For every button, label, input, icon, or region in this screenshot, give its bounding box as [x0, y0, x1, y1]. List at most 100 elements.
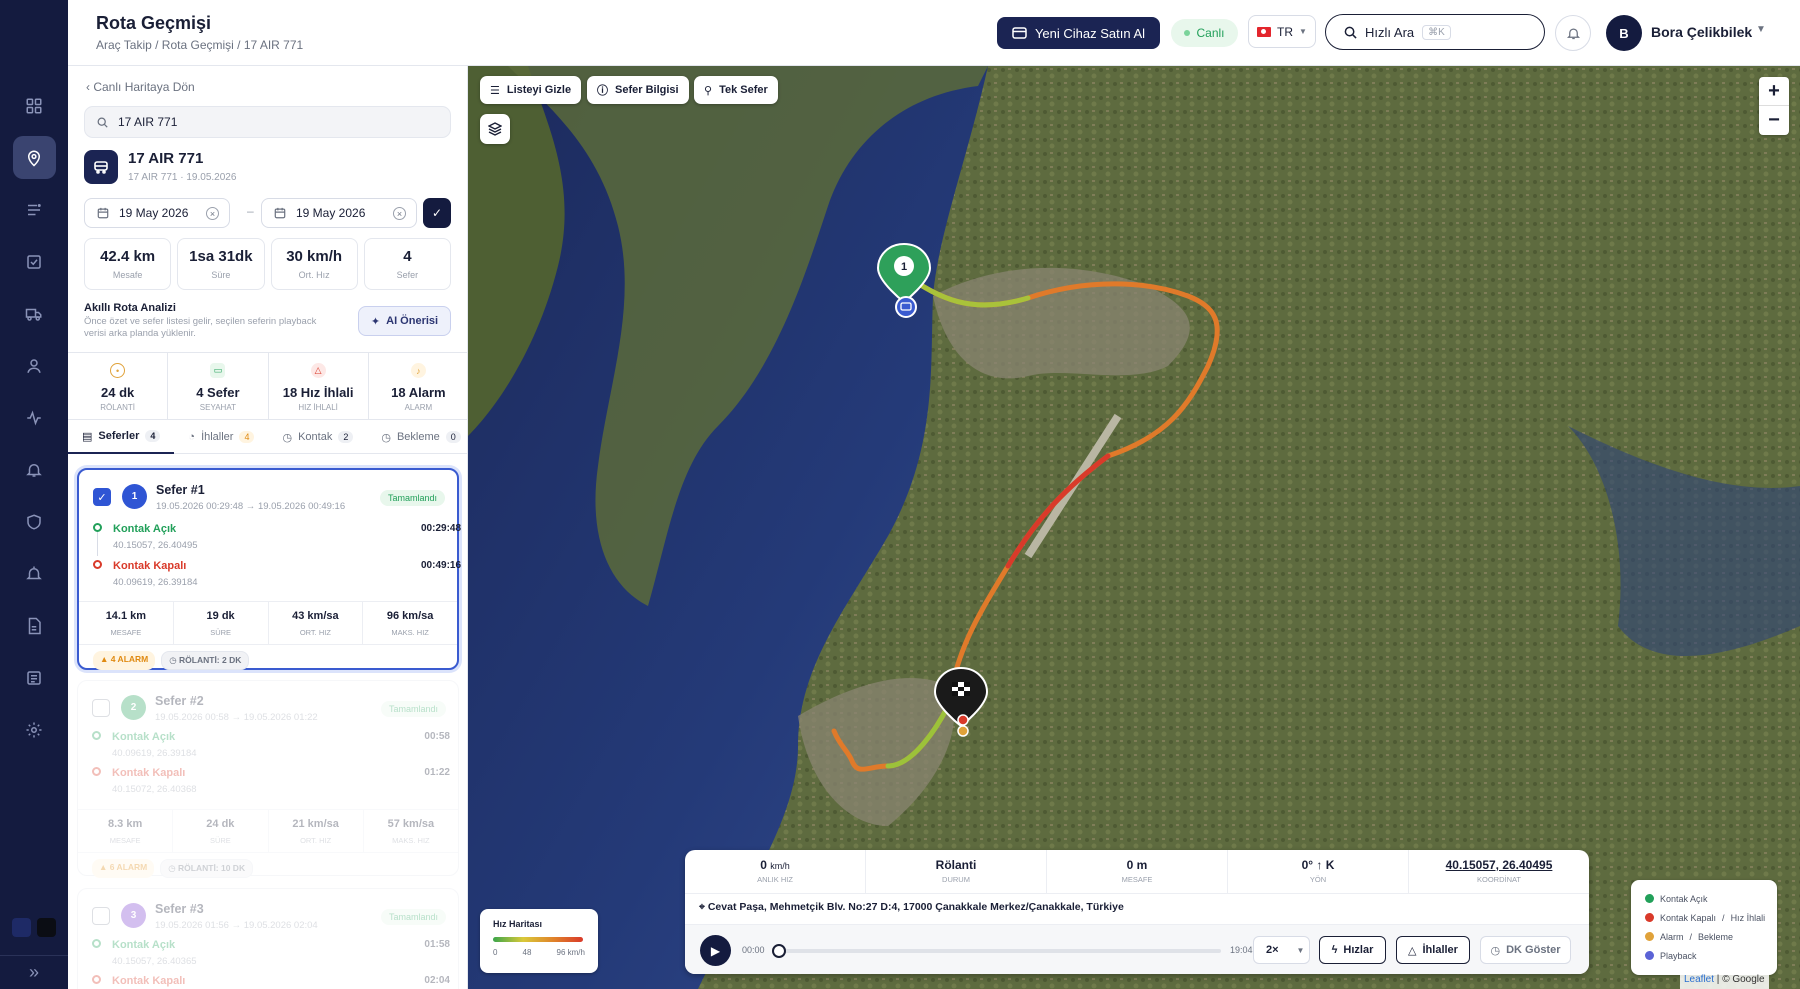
theme-swatch-black[interactable] [37, 918, 56, 937]
zoom-out-button[interactable]: − [1759, 106, 1789, 135]
live-badge[interactable]: Canlı [1171, 19, 1238, 47]
layers-icon [488, 122, 502, 136]
notifications-button[interactable] [1555, 15, 1591, 51]
playback-speed-select[interactable]: 2× ▼ [1253, 936, 1310, 964]
summary-value: 4 [403, 248, 412, 265]
trip-range: 19.05.2026 00:29:48 → 19.05.2026 00:49:1… [156, 501, 346, 512]
layers-button[interactable] [480, 114, 510, 144]
date-to-field[interactable]: 19 May 2026 × [261, 198, 417, 228]
clock-icon: ◷ [282, 431, 293, 444]
trip-number-badge: 2 [121, 695, 146, 720]
coordinate-link[interactable]: 40.15057, 26.40495 [1409, 858, 1589, 872]
info-icon: ⓘ [597, 85, 608, 97]
trip-card-1[interactable]: ✓ 1 Sefer #1 19.05.2026 00:29:48 → 19.05… [77, 468, 461, 670]
address-text: Cevat Paşa, Mehmetçik Blv. No:27 D:4, 17… [707, 901, 1124, 913]
trip-stat: 57 km/sa MAKS. HIZ [364, 810, 458, 852]
trip-card-3[interactable]: 3 Sefer #3 19.05.2026 01:56 → 19.05.2026… [77, 888, 459, 989]
sidebar-item-dashboard[interactable] [13, 84, 56, 127]
kpi-row: • 24 dk RÖLANTİ ▭ 4 Sefer SEYAHAT △ 18 Hız İh… [68, 352, 467, 420]
trip-card-2[interactable]: 2 Sefer #2 19.05.2026 00:58 → 19.05.2026… [77, 680, 459, 878]
tab-ignition[interactable]: ◷ Kontak 2 [268, 420, 367, 454]
ignition-off-icon [92, 767, 101, 776]
trip-stat-label: SÜRE [209, 836, 231, 845]
speed-legend-ticks: 0 48 96 km/h [493, 948, 585, 957]
sidebar-item-settings[interactable] [13, 708, 56, 751]
summary-value: 1sa 31dk [189, 248, 253, 265]
trip-checkbox[interactable] [92, 699, 110, 717]
status-badge: Tamamlandı [380, 909, 446, 925]
playback-scrubber[interactable] [772, 944, 786, 958]
user-name[interactable]: Bora Çelikbilek [1651, 24, 1752, 40]
apply-date-button[interactable]: ✓ [423, 198, 451, 228]
leaflet-link[interactable]: Leaflet [1684, 974, 1714, 985]
single-trip-label: Tek Sefer [719, 84, 768, 96]
tab-count: 2 [338, 431, 354, 443]
zoom-in-button[interactable]: + [1759, 77, 1789, 106]
sidebar-item-users[interactable] [13, 344, 56, 387]
trip-stats: 8.3 km MESAFE 24 dk SÜRE 21 km/sa ORT. HIZ … [78, 809, 458, 853]
trip-stat: 14.1 km MESAFE [79, 602, 174, 644]
violations-button[interactable]: △ İhlaller [1396, 936, 1470, 964]
sidebar-item-reports[interactable] [13, 656, 56, 699]
playback-controls: ▶ 00:00 19:04 2× ▼ ϟ Hızlar △ İhlaller ◷ DK … [685, 924, 1589, 974]
user-menu-chevron-icon[interactable]: ▼ [1756, 24, 1766, 35]
sidebar-item-alarms[interactable] [13, 552, 56, 595]
quick-search[interactable]: Hızlı Ara ⌘K [1325, 14, 1545, 50]
time-end: 19:04 [1230, 945, 1253, 955]
sidebar-item-security[interactable] [13, 500, 56, 543]
sidebar-item-activity[interactable] [13, 396, 56, 439]
sidebar-item-vehicles[interactable] [13, 292, 56, 335]
list-icon [28, 203, 41, 215]
trip-title: Sefer #2 [155, 694, 204, 708]
map-legend: Kontak Açık Kontak Kapalı / Hız İhlali Ala… [1631, 880, 1777, 975]
playback-stat-speed: 0 km/h ANLIK HIZ [685, 850, 866, 893]
sidebar-item-documents[interactable] [13, 604, 56, 647]
vehicle-search-input[interactable]: 17 AIR 771 [84, 106, 451, 138]
trip-end-event: Kontak Kapalı 40.09619, 26.39184 00:49:1… [93, 560, 461, 588]
sidebar-item-routes[interactable] [13, 188, 56, 231]
tab-violations[interactable]: ◔ İhlaller 4 [174, 420, 268, 454]
tab-count: 0 [445, 431, 461, 443]
event-label: Kontak Kapalı [112, 767, 186, 779]
sidebar-bottom: » [0, 918, 68, 989]
app-root: » Rota Geçmişi Araç Takip / Rota Geçmişi… [0, 0, 1800, 989]
tab-trips[interactable]: ▤ Seferler 4 [68, 420, 175, 454]
speeds-button[interactable]: ϟ Hızlar [1319, 936, 1386, 964]
trip-info-button[interactable]: ⓘ Sefer Bilgisi [587, 76, 689, 104]
route-panel: ‹ Canlı Haritaya Dön 17 AIR 771 17 AIR 7… [68, 66, 468, 989]
hide-list-button[interactable]: ☰ Listeyi Gizle [480, 76, 582, 104]
event-time: 01:58 [424, 939, 450, 950]
trip-checkbox[interactable] [92, 907, 110, 925]
single-trip-button[interactable]: ⚲ Tek Sefer [694, 76, 778, 104]
playback-track[interactable] [777, 949, 1221, 953]
legend-slash: / [1689, 931, 1693, 942]
warning-icon: △ [1408, 944, 1417, 957]
tab-waiting[interactable]: ◷ Bekleme 0 [367, 420, 467, 454]
trip-checkbox[interactable]: ✓ [93, 488, 111, 506]
clock-icon: ◷ [1490, 944, 1501, 957]
dashboard-icon [26, 98, 42, 113]
show-dk-button[interactable]: ◷ DK Göster [1480, 936, 1571, 964]
date-from-value: 19 May 2026 [119, 206, 189, 220]
chevron-down-icon: ▼ [1296, 945, 1305, 955]
speed-legend-title: Hız Haritası [493, 919, 543, 929]
sidebar-item-notifications[interactable] [13, 448, 56, 491]
map-area[interactable]: 1 ☰ Listeyi Gizle ⓘ Sefer Bilgisi ⚲ Tek Sef… [468, 66, 1800, 989]
clear-date-to-icon[interactable]: × [393, 207, 406, 220]
buy-device-button[interactable]: Yeni Cihaz Satın Al [997, 17, 1160, 49]
vehicle-marker[interactable] [895, 296, 917, 318]
trip-stat-value: 19 dk [206, 610, 235, 622]
sidebar-item-location[interactable] [12, 136, 56, 179]
play-button[interactable]: ▶ [700, 935, 731, 966]
ai-suggestion-button[interactable]: ✦ AI Önerisi [358, 306, 451, 336]
sidebar-expand-button[interactable]: » [0, 955, 68, 989]
back-to-live-map-link[interactable]: ‹ Canlı Haritaya Dön [86, 80, 195, 94]
sidebar-item-tasks[interactable] [13, 240, 56, 283]
language-select[interactable]: TR ▼ [1248, 15, 1316, 48]
clear-date-from-icon[interactable]: × [206, 207, 219, 220]
date-from-field[interactable]: 19 May 2026 × [84, 198, 230, 228]
activity-icon [27, 410, 41, 425]
theme-swatch-navy[interactable] [12, 918, 31, 937]
vehicle-icon: ▭ [210, 363, 226, 378]
avatar[interactable]: B [1606, 15, 1642, 51]
